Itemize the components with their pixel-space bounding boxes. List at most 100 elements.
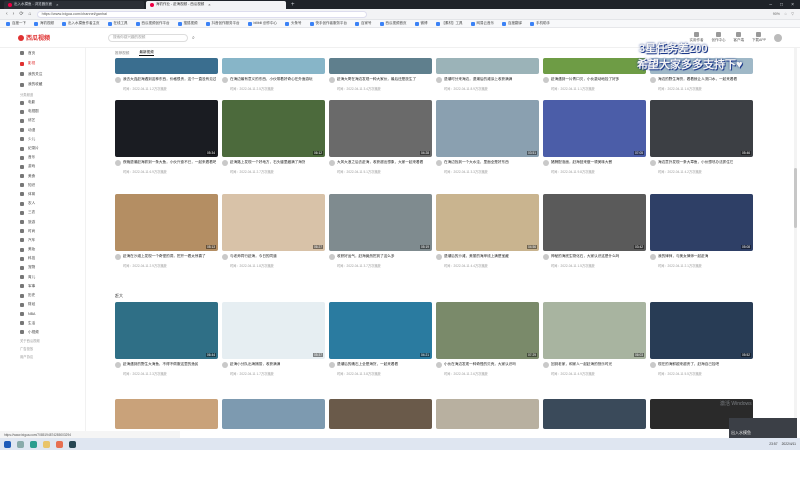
url-field[interactable]: https://www.ixigua.com/channel/ganhai (36, 10, 367, 18)
video-card[interactable]: 07:05 猪蹄配泡面，赶海回来做一顿美味大餐 时间：2022-04-11 9.8万… (543, 100, 646, 194)
video-card[interactable]: 05:19 收获好运气，赶海竟然挖到了这么多 时间：2022-04-11 3.7万次… (329, 194, 432, 288)
author-avatar[interactable] (115, 160, 121, 166)
video-thumbnail[interactable] (543, 399, 646, 429)
video-title[interactable]: 退潮后的沙滩，美丽的海岸线上满是宝藏 (444, 254, 509, 264)
author-avatar[interactable] (436, 362, 442, 368)
video-title[interactable]: 现在的海鲜越来越贵了，赶海自己捡吧 (658, 362, 719, 372)
author-avatar[interactable] (329, 362, 335, 368)
video-title[interactable]: 夜晚退潮赶海抓到一条大鱼，小伙兴奋不已，一起来看看吧 (123, 160, 216, 170)
video-thumbnail[interactable]: 05:08 (650, 194, 753, 251)
video-thumbnail[interactable]: 06:44 (115, 302, 218, 359)
video-title[interactable]: 赶海遇到的野生大海鱼，不得不佩服这里的渔民 (123, 362, 198, 372)
bookmark-item[interactable]: 头条号 (285, 21, 302, 26)
author-avatar[interactable] (543, 362, 549, 368)
author-avatar[interactable] (650, 362, 656, 368)
close-window-icon[interactable]: × (791, 2, 794, 8)
sidebar-category[interactable]: 纪录片 (16, 144, 85, 153)
search-input[interactable]: 搜索你感兴趣的视频 (108, 33, 188, 42)
browser-tab-0[interactable]: 出入水摸鱼 - 浏览器页面 × (4, 0, 144, 9)
bookmark-item[interactable]: 抖音创作服务平台 (205, 21, 240, 26)
sidebar-category[interactable]: 时尚 (16, 227, 85, 236)
author-avatar[interactable] (115, 77, 121, 83)
scrollbar-thumb[interactable] (794, 168, 797, 228)
bookmark-item[interactable]: bilibili 创作中心 (247, 21, 277, 26)
sidebar-category[interactable]: 电影 (16, 98, 85, 107)
sidebar-category[interactable]: 知识 (16, 181, 85, 190)
video-title[interactable]: 大风大浪之后去赶海，收获超出想象，大家一起来看看 (337, 160, 423, 170)
author-avatar[interactable] (543, 160, 549, 166)
video-title[interactable]: 回到老家，和家人一起赶海的快乐时光 (551, 362, 612, 372)
video-card[interactable]: 03:42 神秘的海底生物化石，大家认识这是什么吗 时间：2022-04-11 1.… (543, 194, 646, 288)
video-thumbnail[interactable]: 05:46 (650, 100, 753, 157)
video-title[interactable]: 在海边找到一个大水洼，里面全是好东西 (444, 160, 509, 170)
app-taskbar-icon[interactable] (56, 440, 63, 448)
video-title[interactable]: 在海边最有意义的东西，小伙带着好奇心在外面游玩 (230, 77, 313, 87)
site-logo[interactable]: 西瓜视频 (18, 33, 68, 42)
author-avatar[interactable] (222, 77, 228, 83)
author-avatar[interactable] (222, 254, 228, 260)
bookmark-item[interactable]: 快手创作者服务平台 (309, 21, 347, 26)
author-avatar[interactable] (329, 160, 335, 166)
author-avatar[interactable] (436, 160, 442, 166)
author-avatar[interactable] (329, 77, 335, 83)
video-card[interactable]: 04:56 退潮后的沙滩，美丽的海岸线上满是宝藏 时间：2022-04-11 4.4… (436, 194, 539, 288)
video-card[interactable]: 04:21 退潮后的礁石上全是海货，一起来看看 时间：2022-04-11 3.8万… (329, 302, 432, 396)
bookmark-item[interactable]: 海钓视频 (34, 21, 54, 26)
back-icon[interactable]: ‹ (6, 11, 8, 17)
sidebar-category[interactable]: 小视频 (16, 328, 85, 337)
video-card[interactable]: 04:28 大风大浪之后去赶海，收获超出想象，大家一起来看看 时间：2022-04-… (329, 100, 432, 194)
video-thumbnail[interactable]: 07:05 (543, 100, 646, 157)
zoom-level[interactable]: 90% (773, 12, 780, 16)
author-avatar[interactable] (650, 160, 656, 166)
subtab-recommended[interactable]: 推荐视频 (115, 51, 129, 56)
video-title[interactable]: 小伙在海边发现一种奇怪的贝壳，大家认识吗 (444, 362, 516, 372)
bookmark-item[interactable]: 微博 (414, 21, 428, 26)
video-title[interactable]: 猪蹄配泡面，赶海回来做一顿美味大餐 (551, 160, 612, 170)
sidebar-category[interactable]: 军事 (16, 282, 85, 291)
menu-icon[interactable]: ▽ (791, 12, 794, 16)
star-icon[interactable]: ☆ (784, 12, 787, 16)
video-title[interactable]: 海边意外发现一条大章鱼，小伙想尽办法抓住它 (658, 160, 733, 170)
sidebar-footer-link[interactable]: 关于西瓜视频 (16, 337, 85, 345)
video-thumbnail[interactable]: 05:52 (650, 302, 753, 359)
bookmark-item[interactable]: 【素材】工具 (435, 21, 463, 26)
sidebar-category[interactable]: 体育 (16, 190, 85, 199)
video-title[interactable]: 赶海在沙滩上发现一个奇怪的洞，挖开一看太惊喜了 (123, 254, 206, 264)
sidebar-category[interactable]: 综艺 (16, 116, 85, 125)
clock-time[interactable]: 23:57 (769, 442, 777, 446)
video-card[interactable]: 08:13 赶海在沙滩上发现一个奇怪的洞，挖开一看太惊喜了 时间：2022-04-1… (115, 194, 218, 288)
video-thumbnail[interactable]: 07:29 (436, 302, 539, 359)
bookmark-item[interactable]: 在线工具 (107, 21, 128, 26)
author-avatar[interactable] (650, 77, 656, 83)
author-avatar[interactable] (115, 254, 121, 260)
sidebar-category[interactable]: 动漫 (16, 126, 85, 135)
video-thumbnail[interactable]: 03:51 (436, 100, 539, 157)
video-title[interactable]: 我去大连赶海遇到这种东西，价格很贵，这个一直没有见过 (123, 77, 216, 87)
sidebar-category[interactable]: 科技 (16, 254, 85, 263)
author-avatar[interactable] (222, 160, 228, 166)
sidebar-category[interactable]: NBA (16, 309, 85, 318)
home-icon[interactable]: ⌂ (29, 11, 32, 17)
video-card[interactable]: 赶海大哥在海边发现一种大家伙，最后还是放生了 时间：2022-04-11 3.4万… (329, 58, 432, 100)
author-avatar[interactable] (115, 362, 121, 368)
search-icon[interactable]: ⌕ (192, 35, 195, 41)
video-card[interactable]: 05:46 海边意外发现一条大章鱼，小伙想尽办法抓住它 时间：2022-04-11 … (650, 100, 753, 194)
video-thumbnail[interactable]: 06:03 (543, 302, 646, 359)
video-thumbnail[interactable] (222, 399, 325, 429)
video-card[interactable]: 我去大连赶海遇到这种东西，价格很贵，这个一直没有见过 时间：2022-04-11 … (115, 58, 218, 100)
video-card[interactable]: 03:51 在海边找到一个大水洼，里面全是好东西 时间：2022-04-11 3.3… (436, 100, 539, 194)
sidebar-category[interactable]: 育儿 (16, 273, 85, 282)
video-thumbnail[interactable]: 05:19 (329, 194, 432, 251)
sidebar-category[interactable]: 游戏 (16, 162, 85, 171)
bookmark-item[interactable]: 手机助手 (530, 21, 550, 26)
video-thumbnail[interactable]: 04:56 (436, 194, 539, 251)
minimize-icon[interactable]: – (769, 2, 772, 8)
video-thumbnail[interactable]: 04:21 (329, 302, 432, 359)
new-tab-button[interactable]: + (288, 2, 298, 8)
sidebar-item-1[interactable]: 影视 (16, 59, 85, 70)
video-thumbnail[interactable] (222, 58, 325, 74)
start-icon[interactable] (4, 440, 11, 448)
app2-taskbar-icon[interactable] (69, 440, 76, 448)
video-thumbnail[interactable]: 05:34 (115, 100, 218, 157)
browser-tab-1[interactable]: 海钓作业 - 赶海视频 - 西瓜视频 × (146, 0, 286, 9)
